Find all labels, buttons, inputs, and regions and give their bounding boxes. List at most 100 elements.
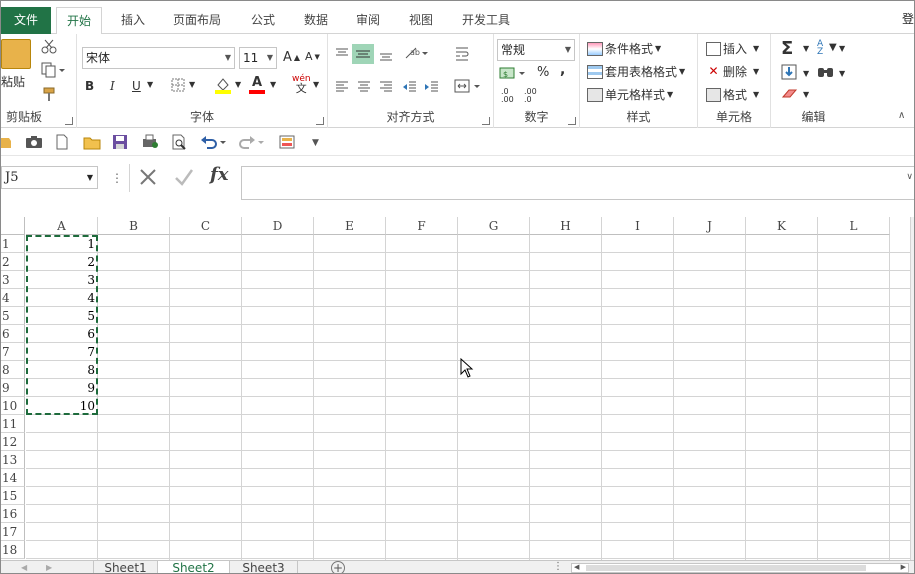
tab-review[interactable]: 审阅 xyxy=(346,7,390,34)
cancel-icon[interactable] xyxy=(138,167,158,190)
row-header-9[interactable]: 9 xyxy=(1,379,25,397)
phonetic-icon[interactable]: wén 文 xyxy=(292,74,311,94)
wrap-text-icon[interactable] xyxy=(454,45,472,63)
sort-filter-icon[interactable]: AZ xyxy=(817,40,823,57)
chevron-down-icon[interactable]: ▼ xyxy=(803,90,809,99)
column-header-a[interactable]: A xyxy=(26,217,98,235)
increase-indent-icon[interactable] xyxy=(424,79,440,95)
vertical-scrollbar[interactable] xyxy=(910,217,914,560)
name-box[interactable]: J5 ▼ xyxy=(1,166,98,189)
column-header-l[interactable]: L xyxy=(818,217,890,235)
scroll-thumb[interactable] xyxy=(586,565,866,571)
fill-color-icon[interactable] xyxy=(214,76,232,94)
next-sheet-icon[interactable]: ▶ xyxy=(46,563,52,572)
conditional-format-button[interactable]: 条件格式 ▼ xyxy=(587,40,661,57)
row-header-7[interactable]: 7 xyxy=(1,343,25,361)
tab-file[interactable]: 文件 xyxy=(1,7,51,34)
column-header-k[interactable]: K xyxy=(746,217,818,235)
row-header-3[interactable]: 3 xyxy=(1,271,25,289)
paste-button[interactable]: 粘贴 xyxy=(1,39,31,90)
collapse-ribbon-icon[interactable]: ∧ xyxy=(898,110,905,121)
merge-center-icon[interactable] xyxy=(454,78,482,94)
insert-cells-button[interactable]: 插入 ▼ xyxy=(706,40,759,57)
underline-button[interactable]: U xyxy=(132,79,141,93)
open-icon[interactable] xyxy=(83,134,101,154)
column-header-e[interactable]: E xyxy=(314,217,386,235)
chevron-down-icon[interactable]: ▼ xyxy=(235,80,241,89)
border-icon[interactable] xyxy=(170,77,186,93)
expand-formula-icon[interactable]: ∨ xyxy=(906,172,913,182)
column-header-j[interactable]: J xyxy=(674,217,746,235)
font-size-select[interactable]: 11 ▼ xyxy=(239,47,277,69)
align-top-icon[interactable] xyxy=(334,46,350,62)
row-header-17[interactable]: 17 xyxy=(1,523,25,541)
column-header-g[interactable]: G xyxy=(458,217,530,235)
sheet-tab-sheet2[interactable]: Sheet2 xyxy=(158,561,230,573)
format-as-table-button[interactable]: 套用表格格式 ▼ xyxy=(587,63,685,80)
tab-developer[interactable]: 开发工具 xyxy=(452,7,520,34)
customize-toolbar-icon[interactable]: ▼ xyxy=(312,138,319,148)
column-header-h[interactable]: H xyxy=(530,217,602,235)
form-icon[interactable] xyxy=(279,134,297,154)
comma-button[interactable]: , xyxy=(560,62,565,78)
row-header-12[interactable]: 12 xyxy=(1,433,25,451)
orientation-icon[interactable]: ab xyxy=(404,45,430,61)
bold-button[interactable]: B xyxy=(85,79,94,93)
chevron-down-icon[interactable]: ▼ xyxy=(803,69,809,78)
tab-data[interactable]: 数据 xyxy=(294,7,338,34)
grow-font-icon[interactable]: A ▲ xyxy=(283,50,300,65)
column-header-f[interactable]: F xyxy=(386,217,458,235)
tab-page-layout[interactable]: 页面布局 xyxy=(163,7,231,34)
login-link[interactable]: 登 xyxy=(902,10,914,27)
chevron-down-icon[interactable]: ▼ xyxy=(270,80,276,89)
sheet-tab-sheet1[interactable]: Sheet1 xyxy=(93,561,158,573)
row-header-13[interactable]: 13 xyxy=(1,451,25,469)
tab-home[interactable]: 开始 xyxy=(56,7,103,35)
cut-icon[interactable] xyxy=(41,38,57,54)
shrink-font-icon[interactable]: A ▼ xyxy=(305,50,320,63)
enter-icon[interactable] xyxy=(173,167,195,190)
row-header-5[interactable]: 5 xyxy=(1,307,25,325)
tab-view[interactable]: 视图 xyxy=(399,7,443,34)
copy-icon[interactable] xyxy=(41,62,65,78)
tab-insert[interactable]: 插入 xyxy=(111,7,155,34)
row-header-11[interactable]: 11 xyxy=(1,415,25,433)
align-middle-icon[interactable] xyxy=(352,44,374,64)
row-header-16[interactable]: 16 xyxy=(1,505,25,523)
chevron-down-icon[interactable]: ▼ xyxy=(803,44,809,53)
redo-icon[interactable] xyxy=(238,134,266,154)
italic-button[interactable]: I xyxy=(110,79,115,93)
font-color-icon[interactable]: A xyxy=(249,76,265,94)
chevron-down-icon[interactable]: ▼ xyxy=(839,44,845,53)
alignment-launcher-icon[interactable] xyxy=(482,117,490,125)
align-left-icon[interactable] xyxy=(334,79,350,95)
open-folder-icon[interactable] xyxy=(1,134,11,154)
undo-icon[interactable] xyxy=(200,134,228,154)
autosum-icon[interactable]: Σ xyxy=(781,38,793,59)
clipboard-launcher-icon[interactable] xyxy=(65,117,73,125)
format-painter-icon[interactable] xyxy=(41,86,57,102)
tab-split-grip-icon[interactable]: ⋮ xyxy=(553,561,563,572)
align-right-icon[interactable] xyxy=(378,79,394,95)
zoom-preview-icon[interactable] xyxy=(171,134,187,154)
column-header-d[interactable]: D xyxy=(242,217,314,235)
sheet-tab-sheet3[interactable]: Sheet3 xyxy=(230,561,298,573)
clear-icon[interactable] xyxy=(781,87,799,101)
filter-icon[interactable]: ▼ xyxy=(829,42,837,53)
fill-icon[interactable] xyxy=(781,64,797,80)
number-launcher-icon[interactable] xyxy=(568,117,576,125)
number-format-select[interactable]: 常规 ▼ xyxy=(497,39,575,61)
column-header-b[interactable]: B xyxy=(98,217,170,235)
scroll-right-icon[interactable]: ▶ xyxy=(901,563,906,571)
scroll-left-icon[interactable]: ◀ xyxy=(574,563,579,571)
chevron-down-icon[interactable]: ▼ xyxy=(839,69,845,78)
delete-cells-button[interactable]: ✕ 删除 ▼ xyxy=(706,63,759,80)
save-icon[interactable] xyxy=(112,134,128,154)
row-header-14[interactable]: 14 xyxy=(1,469,25,487)
increase-decimal-button[interactable]: .0 .00 xyxy=(501,88,519,104)
corner-select-all[interactable] xyxy=(1,217,25,235)
font-launcher-icon[interactable] xyxy=(316,117,324,125)
align-bottom-icon[interactable] xyxy=(378,46,394,62)
font-name-select[interactable]: 宋体 ▼ xyxy=(82,47,235,69)
row-header-1[interactable]: 1 xyxy=(1,235,25,253)
